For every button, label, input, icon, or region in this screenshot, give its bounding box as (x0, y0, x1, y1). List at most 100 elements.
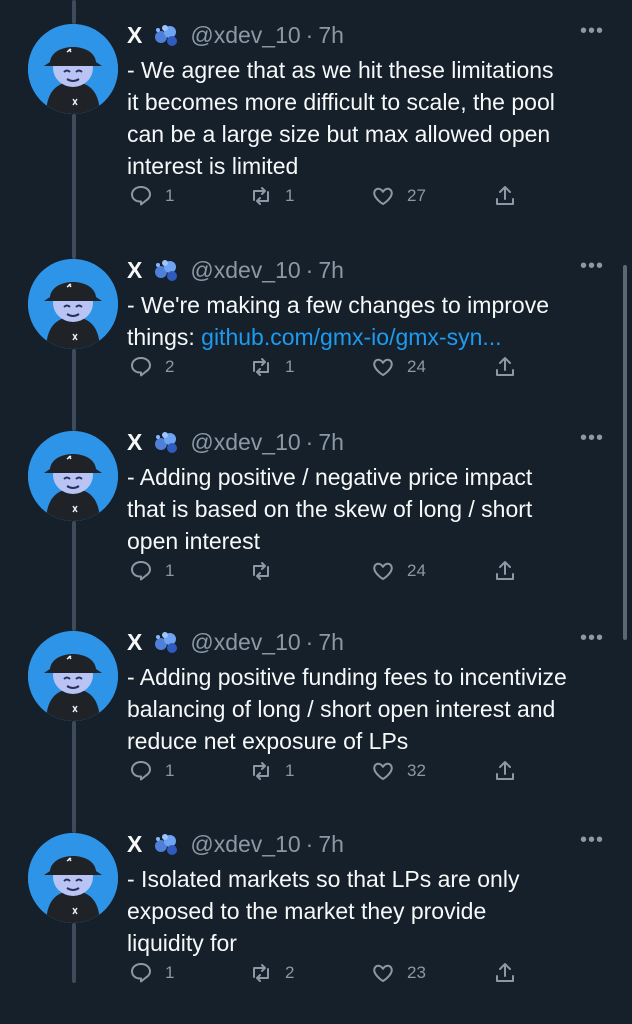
hooded-character-icon (28, 431, 118, 521)
retweet-count: 2 (285, 963, 295, 982)
share-button[interactable] (493, 559, 529, 583)
tweet-text-line: - Adding positive funding fees to incent… (127, 664, 567, 690)
separator-dot: · (305, 428, 314, 455)
blue-crystal-badge-icon (155, 260, 178, 281)
thread-connector-line (72, 349, 76, 431)
heart-icon (373, 964, 393, 982)
share-icon (496, 357, 514, 376)
timestamp[interactable]: 7h (318, 831, 344, 858)
retweet-button[interactable]: 2 (249, 961, 294, 985)
share-icon (496, 963, 514, 982)
tweet-header: X @xdev_10 · 7h ••• (127, 425, 604, 459)
thread-connector-line (72, 721, 76, 833)
tweet-link[interactable]: github.com/gmx-io/gmx-syn... (201, 324, 501, 350)
heart-icon (373, 562, 393, 580)
like-button[interactable]: 23 (371, 961, 426, 985)
reply-count: 1 (165, 963, 175, 982)
retweet-icon (253, 187, 269, 205)
reply-button[interactable]: 1 (129, 559, 174, 583)
share-button[interactable] (493, 759, 529, 783)
more-options-icon[interactable]: ••• (580, 627, 604, 650)
thread-connector-line (72, 521, 76, 631)
reply-button[interactable]: 1 (129, 184, 174, 208)
avatar[interactable] (28, 833, 118, 923)
retweet-button[interactable] (249, 559, 285, 583)
more-options-icon[interactable]: ••• (580, 427, 604, 450)
blue-crystal-badge-icon (155, 632, 178, 653)
more-options-icon[interactable]: ••• (580, 255, 604, 278)
retweet-icon (253, 762, 269, 780)
tweet-text-line: things: (127, 324, 202, 350)
timestamp[interactable]: 7h (318, 257, 344, 284)
retweet-icon (253, 358, 269, 376)
tweet-header: X @xdev_10 · 7h ••• (127, 827, 604, 861)
heart-icon (373, 358, 393, 376)
separator-dot: · (305, 830, 314, 857)
retweet-count: 1 (285, 761, 295, 780)
display-name[interactable]: X (127, 831, 142, 858)
heart-icon (373, 762, 393, 780)
retweet-button[interactable]: 1 (249, 355, 294, 379)
tweet-text-line: balancing of long / short open interest … (127, 696, 556, 722)
thread-connector-line (72, 114, 76, 259)
more-options-icon[interactable]: ••• (580, 829, 604, 852)
share-button[interactable] (493, 355, 529, 379)
share-icon (496, 561, 514, 580)
more-options-icon[interactable]: ••• (580, 20, 604, 43)
hooded-character-icon (28, 259, 118, 349)
like-button[interactable]: 27 (371, 184, 426, 208)
retweet-button[interactable]: 1 (249, 759, 294, 783)
blue-crystal-badge-icon (155, 432, 178, 453)
scrollbar[interactable] (623, 265, 627, 640)
display-name[interactable]: X (127, 429, 142, 456)
like-button[interactable]: 24 (371, 559, 426, 583)
user-handle[interactable]: @xdev_10 (190, 429, 300, 456)
avatar[interactable] (28, 631, 118, 721)
separator-dot: · (305, 256, 314, 283)
user-handle[interactable]: @xdev_10 (190, 257, 300, 284)
reply-icon (131, 561, 151, 581)
blue-crystal-badge-icon (155, 25, 178, 46)
timestamp[interactable]: 7h (318, 22, 344, 49)
reply-count: 1 (165, 761, 175, 780)
user-handle[interactable]: @xdev_10 (190, 629, 300, 656)
user-handle[interactable]: @xdev_10 (190, 831, 300, 858)
like-count: 24 (407, 357, 426, 376)
reply-count: 1 (165, 561, 175, 580)
separator-dot: · (305, 21, 314, 48)
tweet-text-line: - We agree that as we hit these limitati… (127, 57, 554, 83)
tweet-text: - Adding positive / negative price impac… (127, 461, 604, 557)
hooded-character-icon (28, 24, 118, 114)
user-handle[interactable]: @xdev_10 (190, 22, 300, 49)
share-icon (496, 761, 514, 780)
timestamp[interactable]: 7h (318, 429, 344, 456)
like-count: 32 (407, 761, 426, 780)
reply-button[interactable]: 1 (129, 759, 174, 783)
retweet-button[interactable]: 1 (249, 184, 294, 208)
like-button[interactable]: 24 (371, 355, 426, 379)
tweet-text: - Adding positive funding fees to incent… (127, 661, 604, 757)
like-button[interactable]: 32 (371, 759, 426, 783)
avatar[interactable] (28, 24, 118, 114)
tweet-text-line: - We're making a few changes to improve (127, 292, 549, 318)
like-count: 27 (407, 186, 426, 205)
tweet-text-line: reduce net exposure of LPs (127, 728, 409, 754)
blue-crystal-badge-icon (155, 834, 178, 855)
share-button[interactable] (493, 184, 529, 208)
reply-count: 1 (165, 186, 175, 205)
tweet-text-line: open interest (127, 528, 260, 554)
retweet-icon (253, 964, 269, 982)
timestamp[interactable]: 7h (318, 629, 344, 656)
display-name[interactable]: X (127, 629, 142, 656)
reply-count: 2 (165, 357, 175, 376)
tweet-text: - We're making a few changes to improve t… (127, 289, 604, 353)
avatar[interactable] (28, 259, 118, 349)
retweet-icon (253, 562, 269, 580)
like-count: 23 (407, 963, 426, 982)
reply-button[interactable]: 1 (129, 961, 174, 985)
display-name[interactable]: X (127, 257, 142, 284)
reply-button[interactable]: 2 (129, 355, 174, 379)
share-button[interactable] (493, 961, 529, 985)
display-name[interactable]: X (127, 22, 142, 49)
avatar[interactable] (28, 431, 118, 521)
